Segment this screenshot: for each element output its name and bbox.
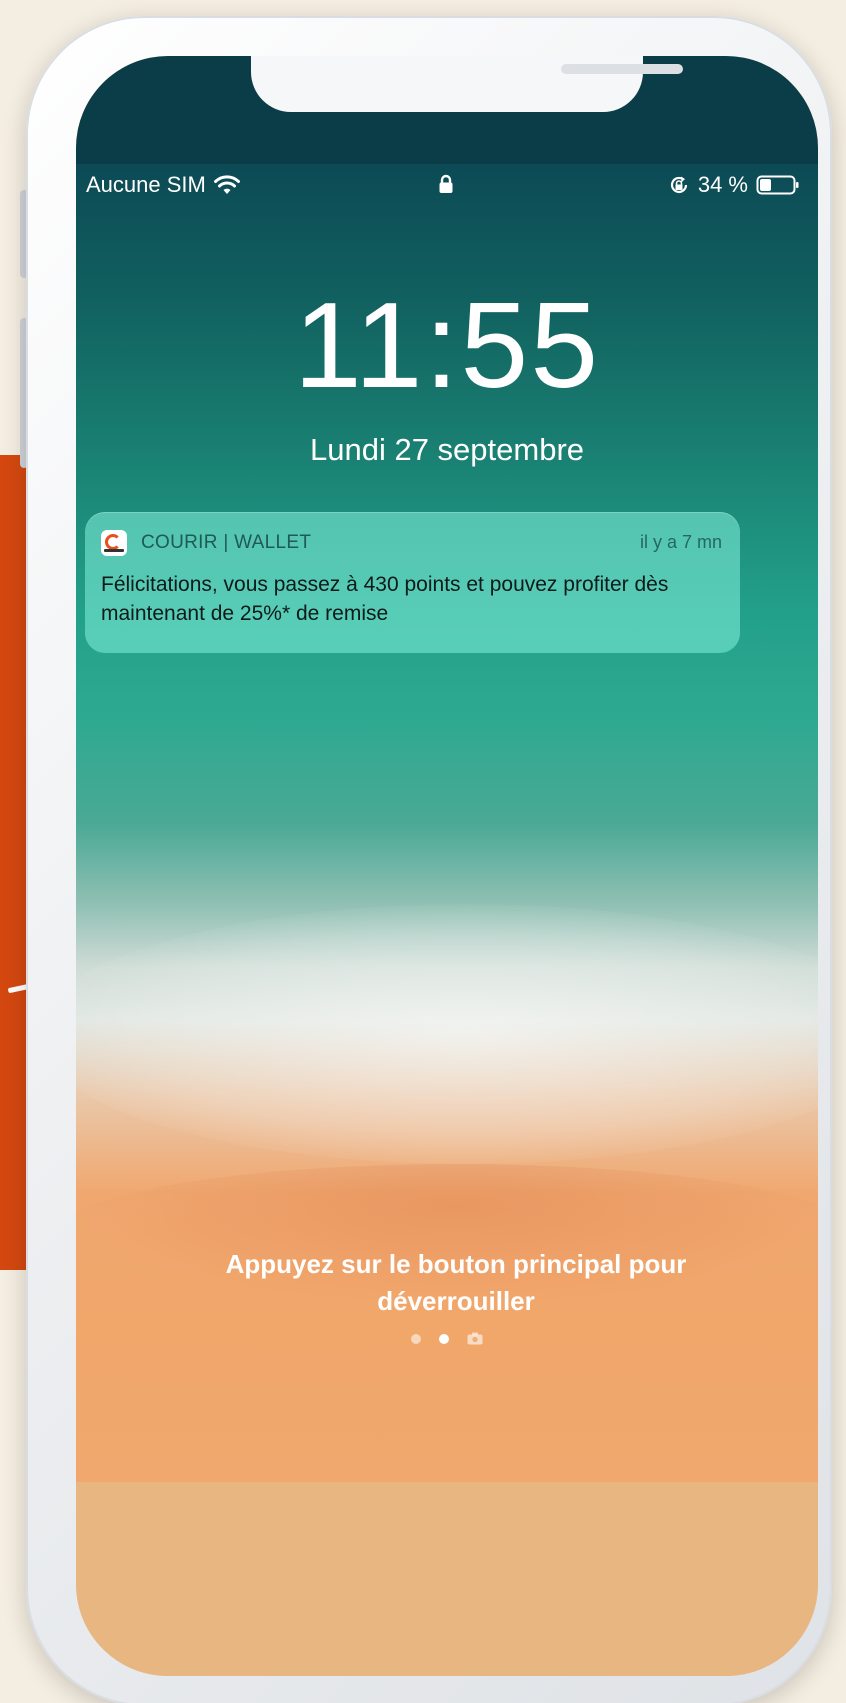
notification-card[interactable]: COURIR | WALLET il y a 7 mn Félicitation… [85, 512, 740, 653]
battery-percent: 34 % [697, 172, 748, 197]
unlock-hint: Appuyez sur le bouton principal pour dév… [225, 1249, 687, 1316]
carrier-group: Aucune SIM [86, 172, 240, 198]
courir-logo-wordmark [104, 549, 124, 552]
page-dot-1[interactable] [411, 1333, 421, 1344]
rotation-lock-icon [670, 176, 687, 194]
lock-screen-time: 11:55 [293, 277, 601, 413]
notification-time: il y a 7 mn [639, 532, 722, 552]
page-dot-2-active[interactable] [439, 1333, 449, 1344]
notification-app-name: COURIR | WALLET [141, 532, 312, 553]
battery-icon [756, 175, 799, 195]
carrier-label: Aucune SIM [86, 172, 206, 197]
lock-icon [439, 174, 453, 193]
notification-message: Félicitations, vous passez à 430 points … [101, 573, 669, 625]
phone-notch [251, 56, 683, 112]
lock-screen-date: Lundi 27 septembre [309, 432, 585, 467]
courir-logo-mark [105, 534, 121, 550]
phone-screen: Aucune SIM 34 % 11:55 Lundi 27 septembre… [76, 56, 818, 1676]
home-indicator-area[interactable] [76, 1482, 818, 1676]
wifi-icon [213, 175, 240, 194]
camera-icon[interactable] [467, 1332, 483, 1345]
status-bar: Aucune SIM 34 % [76, 164, 818, 208]
courir-app-icon [101, 530, 127, 556]
wallpaper-wave-foam [76, 904, 818, 1164]
speaker-grille [561, 64, 683, 74]
stage: Aucune SIM 34 % 11:55 Lundi 27 septembre… [0, 0, 846, 1703]
status-right-group: 34 % [668, 172, 800, 198]
notch-band [76, 56, 818, 164]
page-indicator[interactable] [76, 1332, 818, 1345]
